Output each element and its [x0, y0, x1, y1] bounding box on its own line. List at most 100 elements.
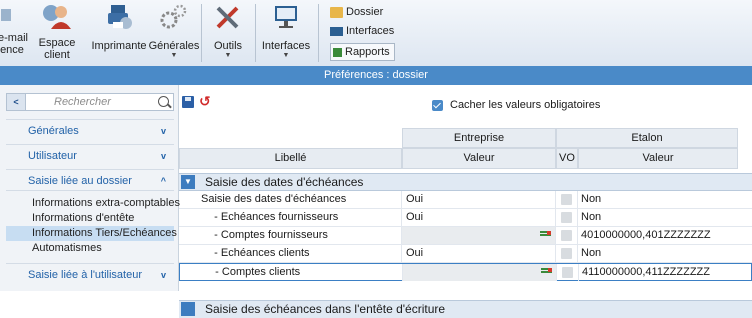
group-label: Saisie des dates d'échéances — [205, 175, 364, 189]
ribbon-toolbar: e-mail ence Espace client Imprimante Gén… — [0, 0, 752, 67]
valeur-cell[interactable]: Oui — [402, 245, 556, 262]
gears-icon — [159, 3, 189, 31]
sidebar-section-label: Saisie liée au dossier — [28, 175, 132, 187]
ribbon-separator — [318, 4, 319, 62]
imprimante-label: Imprimante — [91, 40, 147, 52]
sidebar-item-automatismes[interactable]: Automatismes — [6, 241, 174, 256]
chevron-down-icon: v — [160, 126, 166, 136]
etalon-cell: Non — [581, 247, 602, 259]
libelle-cell: - Comptes fournisseurs — [179, 227, 402, 244]
valeur-cell[interactable] — [403, 264, 557, 281]
sidebar-section-label: Saisie liée à l'utilisateur — [28, 269, 142, 281]
back-chevron-icon[interactable]: < — [6, 93, 26, 111]
valeur-cell[interactable]: Oui — [402, 191, 556, 208]
chevron-down-icon[interactable] — [181, 302, 195, 316]
chevron-down-icon: v — [160, 151, 166, 161]
chevron-down-icon: v — [160, 270, 166, 280]
vo-cell[interactable] — [556, 245, 578, 262]
table-row[interactable]: Saisie des dates d'échéances Oui Non — [179, 191, 752, 209]
imprimante-button[interactable]: Imprimante — [90, 0, 148, 66]
vo-checkbox[interactable] — [562, 267, 573, 278]
rapports-button[interactable]: Rapports — [330, 43, 395, 61]
vo-checkbox[interactable] — [561, 212, 572, 223]
tools-icon — [213, 3, 243, 31]
libelle-cell: - Comptes clients — [180, 264, 403, 281]
vo-cell[interactable] — [556, 209, 578, 226]
vo-cell[interactable] — [556, 191, 578, 208]
vo-cell[interactable] — [556, 227, 578, 244]
header-valeur-etalon: Valeur — [578, 148, 738, 169]
email-button[interactable]: e-mail ence — [0, 0, 30, 66]
rapports-label: Rapports — [345, 46, 390, 58]
sidebar-section-generales[interactable]: Générales v — [6, 119, 174, 141]
sidebar-section-label: Utilisateur — [28, 150, 77, 162]
interfaces-label: Interfaces — [261, 40, 311, 52]
edit-list-icon[interactable] — [541, 268, 552, 276]
header-valeur: Valeur — [402, 148, 556, 169]
header-entreprise: Entreprise — [402, 128, 556, 148]
vo-checkbox[interactable] — [561, 248, 572, 259]
group-saisie-echeances-entete[interactable]: Saisie des échéances dans l'entête d'écr… — [179, 300, 752, 318]
etalon-cell: 4110000000,411ZZZZZZZ — [582, 266, 710, 278]
chevron-down-icon[interactable]: ▼ — [181, 175, 195, 189]
sidebar-section-saisie-dossier[interactable]: Saisie liée au dossier ^ — [6, 169, 174, 191]
dossier-button[interactable]: Dossier — [330, 4, 383, 20]
search-placeholder: Rechercher — [54, 96, 111, 108]
sidebar: < Rechercher Générales v Utilisateur v S… — [0, 85, 180, 291]
header-etalon: Etalon — [556, 128, 738, 148]
vo-cell[interactable] — [557, 264, 579, 281]
vo-checkbox[interactable] — [561, 230, 572, 241]
espace-client-button[interactable]: Espace client — [34, 0, 80, 66]
header-libelle: Libellé — [179, 148, 402, 169]
sidebar-section-label: Générales — [28, 125, 79, 137]
report-icon — [333, 47, 342, 57]
vo-checkbox[interactable] — [561, 194, 572, 205]
sidebar-item-entete[interactable]: Informations d'entête — [6, 211, 174, 226]
outils-label: Outils — [213, 40, 243, 52]
outils-dropdown-icon: ▼ — [224, 52, 232, 59]
main-panel: ↺ Cacher les valeurs obligatoires Entrep… — [179, 85, 752, 318]
espace-client-label: Espace client — [38, 37, 76, 61]
group-saisie-dates[interactable]: ▼ Saisie des dates d'échéances — [179, 173, 752, 191]
sidebar-item-extra-comptables[interactable]: Informations extra-comptables — [6, 196, 180, 211]
sidebar-section-utilisateur[interactable]: Utilisateur v — [6, 144, 174, 166]
table-row[interactable]: - Comptes fournisseurs 4010000000,401ZZZ… — [179, 227, 752, 245]
outils-button[interactable]: Outils ▼ — [205, 0, 251, 66]
generales-dropdown-icon: ▼ — [170, 52, 178, 59]
undo-icon[interactable]: ↺ — [199, 93, 213, 109]
valeur-cell[interactable]: Oui — [402, 209, 556, 226]
header-vo: VO — [556, 148, 578, 169]
generales-button[interactable]: Générales ▼ — [149, 0, 199, 66]
email-label: e-mail — [0, 32, 28, 44]
etalon-cell: Non — [581, 211, 602, 223]
table-row-focused[interactable]: - Comptes clients 4110000000,411ZZZZZZZ — [179, 263, 752, 281]
libelle-cell: - Echéances clients — [179, 245, 402, 262]
monitor-small-icon — [330, 26, 343, 36]
etalon-cell: 4010000000,401ZZZZZZZ — [581, 229, 711, 241]
sidebar-item-tiers-echeances[interactable]: Informations Tiers/Echéances — [6, 226, 177, 241]
edit-list-icon[interactable] — [540, 231, 551, 239]
hide-required-checkbox-row[interactable]: Cacher les valeurs obligatoires — [432, 99, 600, 111]
interfaces-button[interactable]: Interfaces ▼ — [258, 0, 314, 66]
save-icon[interactable] — [182, 96, 194, 108]
sidebar-search-row: < Rechercher — [6, 93, 174, 111]
etalon-cell: Non — [581, 193, 602, 205]
valeur-cell[interactable] — [402, 227, 556, 244]
table-row[interactable]: - Echéances clients Oui Non — [179, 245, 752, 263]
libelle-cell: - Echéances fournisseurs — [179, 209, 402, 226]
dossier-label: Dossier — [346, 6, 384, 18]
search-icon[interactable] — [158, 96, 169, 107]
table-row[interactable]: - Echéances fournisseurs Oui Non — [179, 209, 752, 227]
printer-icon — [104, 3, 134, 31]
hide-required-checkbox[interactable] — [432, 99, 443, 111]
email-icon — [1, 3, 15, 31]
interfaces-small-label: Interfaces — [346, 25, 395, 37]
window-title: Préférences : dossier — [324, 69, 428, 81]
group-label: Saisie des échéances dans l'entête d'écr… — [205, 302, 446, 316]
sidebar-section-saisie-utilisateur[interactable]: Saisie liée à l'utilisateur v — [6, 263, 174, 285]
interfaces-small-button[interactable]: Interfaces — [330, 23, 394, 39]
libelle-cell: Saisie des dates d'échéances — [179, 191, 402, 208]
chevron-up-icon: ^ — [160, 176, 166, 186]
search-input[interactable]: Rechercher — [26, 93, 174, 111]
interfaces-dropdown-icon: ▼ — [282, 52, 290, 59]
